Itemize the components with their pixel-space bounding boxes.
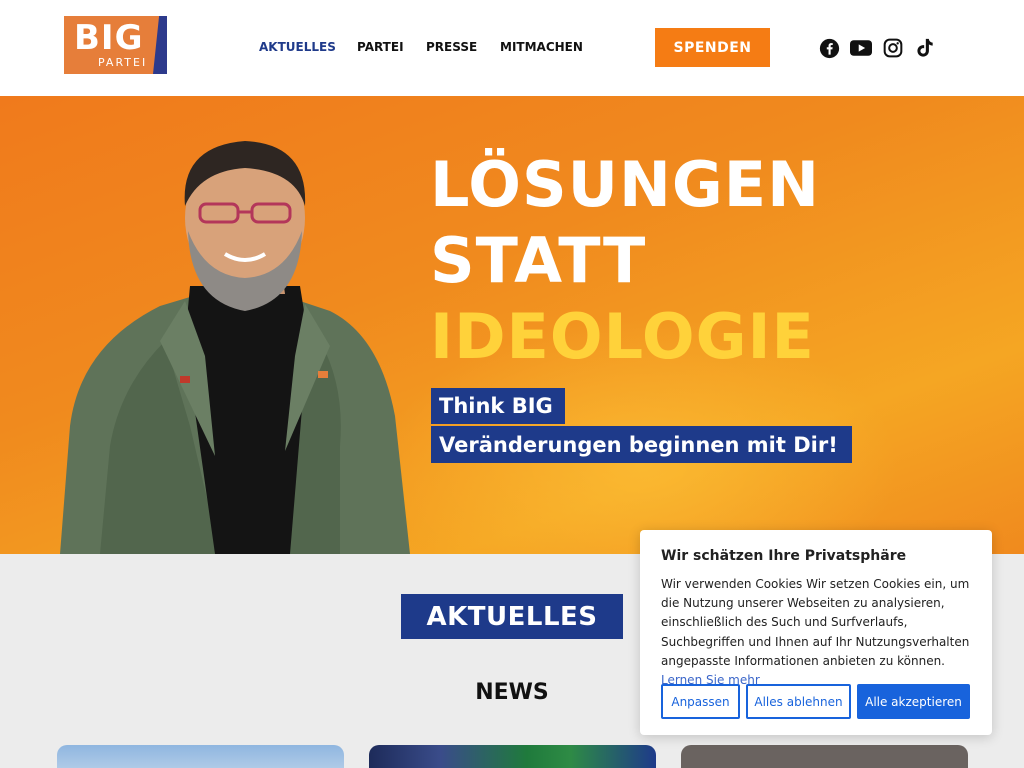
reject-all-button[interactable]: Alles ablehnen bbox=[746, 684, 851, 719]
news-card-3[interactable] bbox=[681, 745, 968, 768]
hero-headline-line2: STATT bbox=[430, 224, 647, 297]
nav-item-partei[interactable]: PARTEI bbox=[357, 40, 404, 54]
logo-partei-text: PARTEI bbox=[98, 56, 148, 69]
cookie-body: Wir verwenden Cookies Wir setzen Cookies… bbox=[661, 577, 970, 668]
instagram-icon[interactable] bbox=[882, 37, 904, 59]
cookie-text: Wir verwenden Cookies Wir setzen Cookies… bbox=[661, 575, 976, 690]
logo-big-text: BIG bbox=[74, 18, 144, 58]
news-card-2[interactable] bbox=[369, 745, 656, 768]
hero-tagline-veraenderungen: Veränderungen beginnen mit Dir! bbox=[431, 426, 852, 463]
nav-item-mitmachen[interactable]: MITMACHEN bbox=[500, 40, 583, 54]
big-partei-logo[interactable]: BIG PARTEI bbox=[64, 16, 167, 74]
hero-tagline-think-big: Think BIG bbox=[431, 388, 565, 424]
section-badge-aktuelles: AKTUELLES bbox=[401, 594, 623, 639]
cookie-consent-banner: Wir schätzen Ihre Privatsphäre Wir verwe… bbox=[640, 530, 992, 735]
candidate-portrait bbox=[60, 141, 410, 554]
cookie-title: Wir schätzen Ihre Privatsphäre bbox=[661, 548, 907, 564]
nav-item-presse[interactable]: PRESSE bbox=[426, 40, 477, 54]
customize-button[interactable]: Anpassen bbox=[661, 684, 740, 719]
nav-item-aktuelles[interactable]: AKTUELLES bbox=[259, 40, 336, 54]
logo-stripe bbox=[153, 16, 167, 74]
hero-headline-line3: IDEOLOGIE bbox=[430, 300, 815, 373]
tiktok-icon[interactable] bbox=[914, 37, 936, 59]
donate-button[interactable]: SPENDEN bbox=[655, 28, 770, 67]
youtube-icon[interactable] bbox=[850, 37, 872, 59]
site-header: BIG PARTEI AKTUELLES PARTEI PRESSE MITMA… bbox=[0, 0, 1024, 96]
accept-all-button[interactable]: Alle akzeptieren bbox=[857, 684, 970, 719]
hero-headline-line1: LÖSUNGEN bbox=[430, 148, 821, 221]
facebook-icon[interactable] bbox=[818, 37, 840, 59]
news-card-1[interactable] bbox=[57, 745, 344, 768]
hero-banner: LÖSUNGEN STATT IDEOLOGIE Think BIG Verän… bbox=[0, 96, 1024, 554]
